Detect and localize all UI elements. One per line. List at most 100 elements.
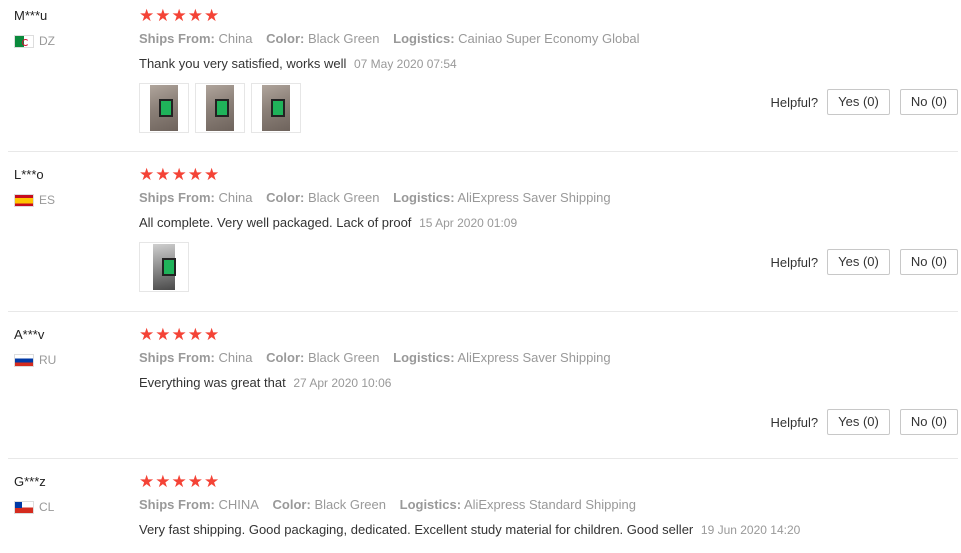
user-country: DZ [14,33,134,49]
ships-from-value: China [218,190,253,205]
logistics-value: Cainiao Super Economy Global [458,31,640,46]
product-photo [206,85,234,131]
color-label: Color: [266,190,305,205]
feedback-text: Very fast shipping. Good packaging, dedi… [139,522,958,538]
star-icon: ★ [139,472,155,491]
country-code: RU [39,353,57,367]
helpful-yes-button[interactable]: Yes (0) [827,409,890,435]
logistics-label: Logistics: [399,497,462,512]
country-code: ES [39,193,56,207]
helpful-yes-button[interactable]: Yes (0) [827,89,890,115]
helpful-label: Helpful? [770,94,819,110]
star-icon: ★ [187,325,203,344]
star-icon: ★ [139,325,155,344]
star-icon: ★ [139,6,155,25]
star-icon: ★ [171,165,187,184]
color-label: Color: [272,497,311,512]
color-value: Black Green [307,31,380,46]
color-value: Black Green [307,350,380,365]
ships-from-label: Ships From: [139,31,215,46]
feedback-text: All complete. Very well packaged. Lack o… [139,215,958,231]
feedback-text: Everything was great that 27 Apr 2020 10… [139,375,958,391]
star-icon: ★ [187,165,203,184]
star-icon: ★ [155,325,171,344]
user-name: M***u [14,8,48,23]
logistics-label: Logistics: [393,350,455,365]
ships-from-label: Ships From: [139,350,215,365]
star-icon: ★ [155,165,171,184]
star-icon: ★ [204,325,220,344]
feedback-body: Everything was great that [139,375,286,390]
user-info: M***u DZ [14,7,134,49]
star-icon: ★ [171,472,187,491]
ships-from-label: Ships From: [139,190,215,205]
feedback-item: A***v RU ★ ★ ★ ★ ★ Ships From: China Color: … [8,312,958,459]
feedback-body: Very fast shipping. Good packaging, dedi… [139,522,694,537]
photo-thumbnail[interactable] [195,83,245,133]
color-value: Black Green [314,497,386,512]
feedback-text: Thank you very satisfied, works well 07 … [139,56,958,72]
country-code: CL [39,500,55,514]
helpful-controls: Helpful? Yes (0) No (0) [770,249,958,275]
feedback-date: 27 Apr 2020 10:06 [293,376,392,390]
helpful-controls: Helpful? Yes (0) No (0) [770,89,958,115]
star-icon: ★ [155,472,171,491]
photo-thumbnail[interactable] [251,83,301,133]
helpful-no-button[interactable]: No (0) [899,89,958,115]
star-rating: ★ ★ ★ ★ ★ [139,166,958,184]
user-country: ES [14,192,134,208]
star-rating: ★ ★ ★ ★ ★ [139,326,958,344]
star-icon: ★ [187,472,203,491]
star-icon: ★ [171,6,187,25]
helpful-no-button[interactable]: No (0) [899,409,958,435]
feedback-body: Thank you very satisfied, works well [139,56,347,71]
user-info: G***z CL [14,473,134,515]
star-icon: ★ [139,165,155,184]
logistics-value: AliExpress Standard Shipping [463,497,636,512]
product-photo [153,244,176,290]
ships-from-value: China [218,350,253,365]
feedback-date: 19 Jun 2020 14:20 [700,523,801,537]
feedback-content: ★ ★ ★ ★ ★ Ships From: CHINA Color: Black Gre… [139,459,958,538]
user-name: G***z [14,474,46,489]
flag-cl-icon [14,500,34,514]
star-icon: ★ [155,6,171,25]
user-country: CL [14,499,134,515]
ships-from-value: China [218,31,253,46]
helpful-label: Helpful? [770,254,819,270]
country-code: DZ [39,34,55,48]
logistics-value: AliExpress Saver Shipping [457,190,611,205]
flag-dz-icon [14,34,34,48]
star-icon: ★ [204,165,220,184]
star-rating: ★ ★ ★ ★ ★ [139,7,958,25]
order-info: Ships From: China Color: Black Green Log… [139,190,958,206]
feedback-date: 07 May 2020 07:54 [353,57,457,71]
star-icon: ★ [204,472,220,491]
logistics-label: Logistics: [393,31,455,46]
product-photo [262,85,290,131]
photo-thumbnail[interactable] [139,242,189,292]
color-value: Black Green [307,190,380,205]
helpful-no-button[interactable]: No (0) [899,249,958,275]
color-label: Color: [266,350,305,365]
feedback-item: M***u DZ ★ ★ ★ ★ ★ Ships From: China Color: … [8,0,958,152]
helpful-label: Helpful? [770,414,819,430]
feedback-item: G***z CL ★ ★ ★ ★ ★ Ships From: CHINA Color: … [8,459,958,553]
star-rating: ★ ★ ★ ★ ★ [139,473,958,491]
helpful-yes-button[interactable]: Yes (0) [827,249,890,275]
feedback-body: All complete. Very well packaged. Lack o… [139,215,412,230]
ships-from-value: CHINA [218,497,259,512]
color-label: Color: [266,31,305,46]
product-photo [150,85,178,131]
order-info: Ships From: China Color: Black Green Log… [139,350,958,366]
user-info: A***v RU [14,326,134,368]
star-icon: ★ [187,6,203,25]
ships-from-label: Ships From: [139,497,215,512]
user-country: RU [14,352,134,368]
star-icon: ★ [171,325,187,344]
logistics-label: Logistics: [393,190,455,205]
photo-thumbnail[interactable] [139,83,189,133]
user-info: L***o ES [14,166,134,208]
feedback-item: L***o ES ★ ★ ★ ★ ★ Ships From: China Color: … [8,152,958,312]
user-name: A***v [14,327,45,342]
